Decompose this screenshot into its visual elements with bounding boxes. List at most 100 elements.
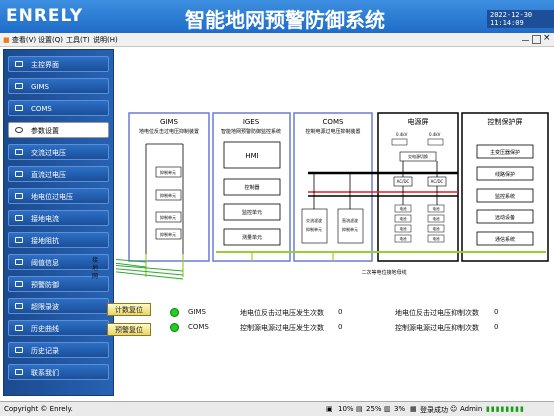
coms-event1-label: 控制源电源过电压发生次数 bbox=[240, 324, 324, 332]
status-bar: Copyright © Enrely. ▣ 10% ▤ 25% ▥ 3% ▦ 登… bbox=[0, 401, 554, 416]
sidebar-item-main[interactable]: 主控界面 bbox=[8, 56, 109, 72]
coms-dc-filter bbox=[337, 208, 364, 244]
svg-text:监控单元: 监控单元 bbox=[242, 209, 262, 216]
cpu-icon: ▣ bbox=[326, 405, 333, 413]
sidebar-item-gims[interactable]: GIMS bbox=[8, 78, 109, 94]
svg-text:抑制单元: 抑制单元 bbox=[306, 226, 322, 232]
sidebar-item-ground-current[interactable]: 接地电流 bbox=[8, 210, 109, 226]
svg-text:直流滤波: 直流滤波 bbox=[342, 217, 358, 223]
svg-text:0.4kV: 0.4kV bbox=[396, 132, 408, 137]
iges-title: IGES bbox=[243, 118, 260, 126]
system-diagram: GIMS 地电位反击过电压抑制装置 抑制单元 抑制单元 抑制单元 抑制单元 IG… bbox=[116, 112, 549, 280]
gims-subtitle: 地电位反击过电压抑制装置 bbox=[139, 128, 199, 135]
copyright-text: Copyright © Enrely. bbox=[4, 405, 73, 413]
sidebar-item-ground-impedance[interactable]: 接地阻抗 bbox=[8, 232, 109, 248]
minimize-icon[interactable] bbox=[522, 35, 529, 41]
coms-title: COMS bbox=[323, 118, 344, 126]
gims-event2-value: 0 bbox=[494, 308, 499, 316]
curve-icon bbox=[15, 325, 23, 331]
sidebar-item-ground-potential[interactable]: 地电位过电压 bbox=[8, 188, 109, 204]
wave-icon bbox=[15, 149, 23, 155]
svg-text:线路保护: 线路保护 bbox=[495, 171, 515, 178]
bus-label: 二次等电位接地母线 bbox=[361, 269, 406, 276]
enrely-logo: ENRELY bbox=[6, 6, 84, 26]
svg-text:通信系统: 通信系统 bbox=[495, 236, 515, 243]
svg-text:电池: 电池 bbox=[433, 226, 441, 231]
login-icon: ▦ bbox=[410, 405, 417, 413]
svg-text:AC/DC: AC/DC bbox=[431, 179, 444, 184]
protection-title: 控制保护屏 bbox=[488, 117, 523, 126]
coms-status-indicator bbox=[170, 323, 179, 332]
contact-icon bbox=[15, 369, 23, 375]
svg-text:电池: 电池 bbox=[433, 236, 441, 241]
svg-text:交流滤波: 交流滤波 bbox=[306, 217, 322, 223]
user-icon: ☺ bbox=[450, 405, 458, 413]
memory-usage: 25% bbox=[366, 405, 382, 413]
svg-text:交电源切换: 交电源切换 bbox=[408, 153, 428, 159]
sidebar-nav: 主控界面 GIMS COMS 参数设置 交流过电压 直流过电压 地电位过电压 接… bbox=[3, 49, 114, 396]
panel-icon bbox=[15, 83, 23, 89]
login-status: 登录成功 bbox=[420, 406, 448, 414]
user-name: Admin bbox=[460, 405, 483, 413]
svg-text:电池: 电池 bbox=[433, 216, 441, 221]
gear-icon bbox=[15, 127, 23, 133]
sidebar-item-coms[interactable]: COMS bbox=[8, 100, 109, 116]
gims-event1-value: 0 bbox=[338, 308, 343, 316]
chart-icon bbox=[15, 237, 23, 243]
signal-bars-icon: ▮▮▮▮▮▮▮▮ bbox=[486, 405, 525, 413]
sidebar-item-history-curve[interactable]: 历史曲线 bbox=[8, 320, 109, 336]
shield-icon bbox=[15, 281, 23, 287]
gims-event2-label: 地电位反击过电压抑制次数 bbox=[395, 309, 479, 317]
svg-text:抑制单元: 抑制单元 bbox=[160, 169, 176, 175]
svg-text:电池: 电池 bbox=[433, 206, 441, 211]
svg-text:抑制单元: 抑制单元 bbox=[342, 226, 358, 232]
sidebar-item-ac-overvoltage[interactable]: 交流过电压 bbox=[8, 144, 109, 160]
maximize-icon[interactable] bbox=[532, 35, 541, 44]
svg-text:抑制单元: 抑制单元 bbox=[160, 192, 176, 198]
sidebar-item-params[interactable]: 参数设置 bbox=[8, 122, 109, 138]
main-panel: GIMS 地电位反击过电压抑制装置 抑制单元 抑制单元 抑制单元 抑制单元 IG… bbox=[92, 49, 552, 394]
menu-tools[interactable]: 工具(T) bbox=[66, 35, 90, 45]
svg-text:电池: 电池 bbox=[400, 206, 408, 211]
grounding-grid-label: 接地网 bbox=[92, 257, 99, 280]
close-icon[interactable]: × bbox=[543, 33, 551, 43]
memory-icon: ▤ bbox=[356, 405, 363, 413]
svg-text:抑制单元: 抑制单元 bbox=[160, 231, 176, 237]
info-icon bbox=[15, 259, 23, 265]
menu-view[interactable]: ■ 查看(V) bbox=[3, 35, 36, 45]
count-reset-button[interactable]: 计数复位 bbox=[107, 303, 151, 316]
disk-usage: 3% bbox=[394, 405, 406, 413]
menu-help[interactable]: 说明(H) bbox=[93, 35, 118, 45]
cpu-usage: 10% bbox=[338, 405, 354, 413]
svg-text:主变压器保护: 主变压器保护 bbox=[490, 149, 520, 156]
record-icon bbox=[15, 303, 23, 309]
disk-icon: ▥ bbox=[384, 405, 391, 413]
svg-text:AC/DC: AC/DC bbox=[397, 179, 410, 184]
iges-subtitle: 智能地网预警防御监控系统 bbox=[221, 128, 281, 135]
gims-event1-label: 地电位反击过电压发生次数 bbox=[240, 309, 324, 317]
svg-text:电池: 电池 bbox=[400, 216, 408, 221]
sidebar-item-dc-overvoltage[interactable]: 直流过电压 bbox=[8, 166, 109, 182]
current-icon bbox=[15, 215, 23, 221]
menu-settings[interactable]: 设置(Q) bbox=[38, 35, 63, 45]
app-title: 智能地网预警防御系统 bbox=[185, 8, 385, 32]
coms-event2-label: 控制源电源过电压抑制次数 bbox=[395, 324, 479, 332]
power-title: 电源屏 bbox=[408, 117, 429, 126]
sidebar-item-contact[interactable]: 联系我们 bbox=[8, 364, 109, 380]
wave-icon bbox=[15, 193, 23, 199]
coms-event1-value: 0 bbox=[338, 323, 343, 331]
alarm-reset-button[interactable]: 预警复位 bbox=[107, 323, 151, 336]
svg-text:电池: 电池 bbox=[400, 226, 408, 231]
clock-display: 2022-12-30 11:14:09 bbox=[487, 10, 554, 28]
svg-text:0.4kV: 0.4kV bbox=[429, 132, 441, 137]
monitor-icon bbox=[15, 61, 23, 67]
log-icon bbox=[15, 347, 23, 353]
sidebar-item-overlimit-record[interactable]: 超限录波 bbox=[8, 298, 109, 314]
coms-subtitle: 控制电源过电压抑制装置 bbox=[305, 128, 360, 135]
menu-bar: ■ 查看(V) 设置(Q) 工具(T) 说明(H) × bbox=[0, 33, 554, 47]
sidebar-item-history-log[interactable]: 历史记录 bbox=[8, 342, 109, 358]
svg-text:监控系统: 监控系统 bbox=[495, 193, 515, 200]
panel-icon bbox=[15, 105, 23, 111]
gims-status-indicator bbox=[170, 308, 179, 317]
gims-status-label: GIMS bbox=[188, 308, 206, 316]
